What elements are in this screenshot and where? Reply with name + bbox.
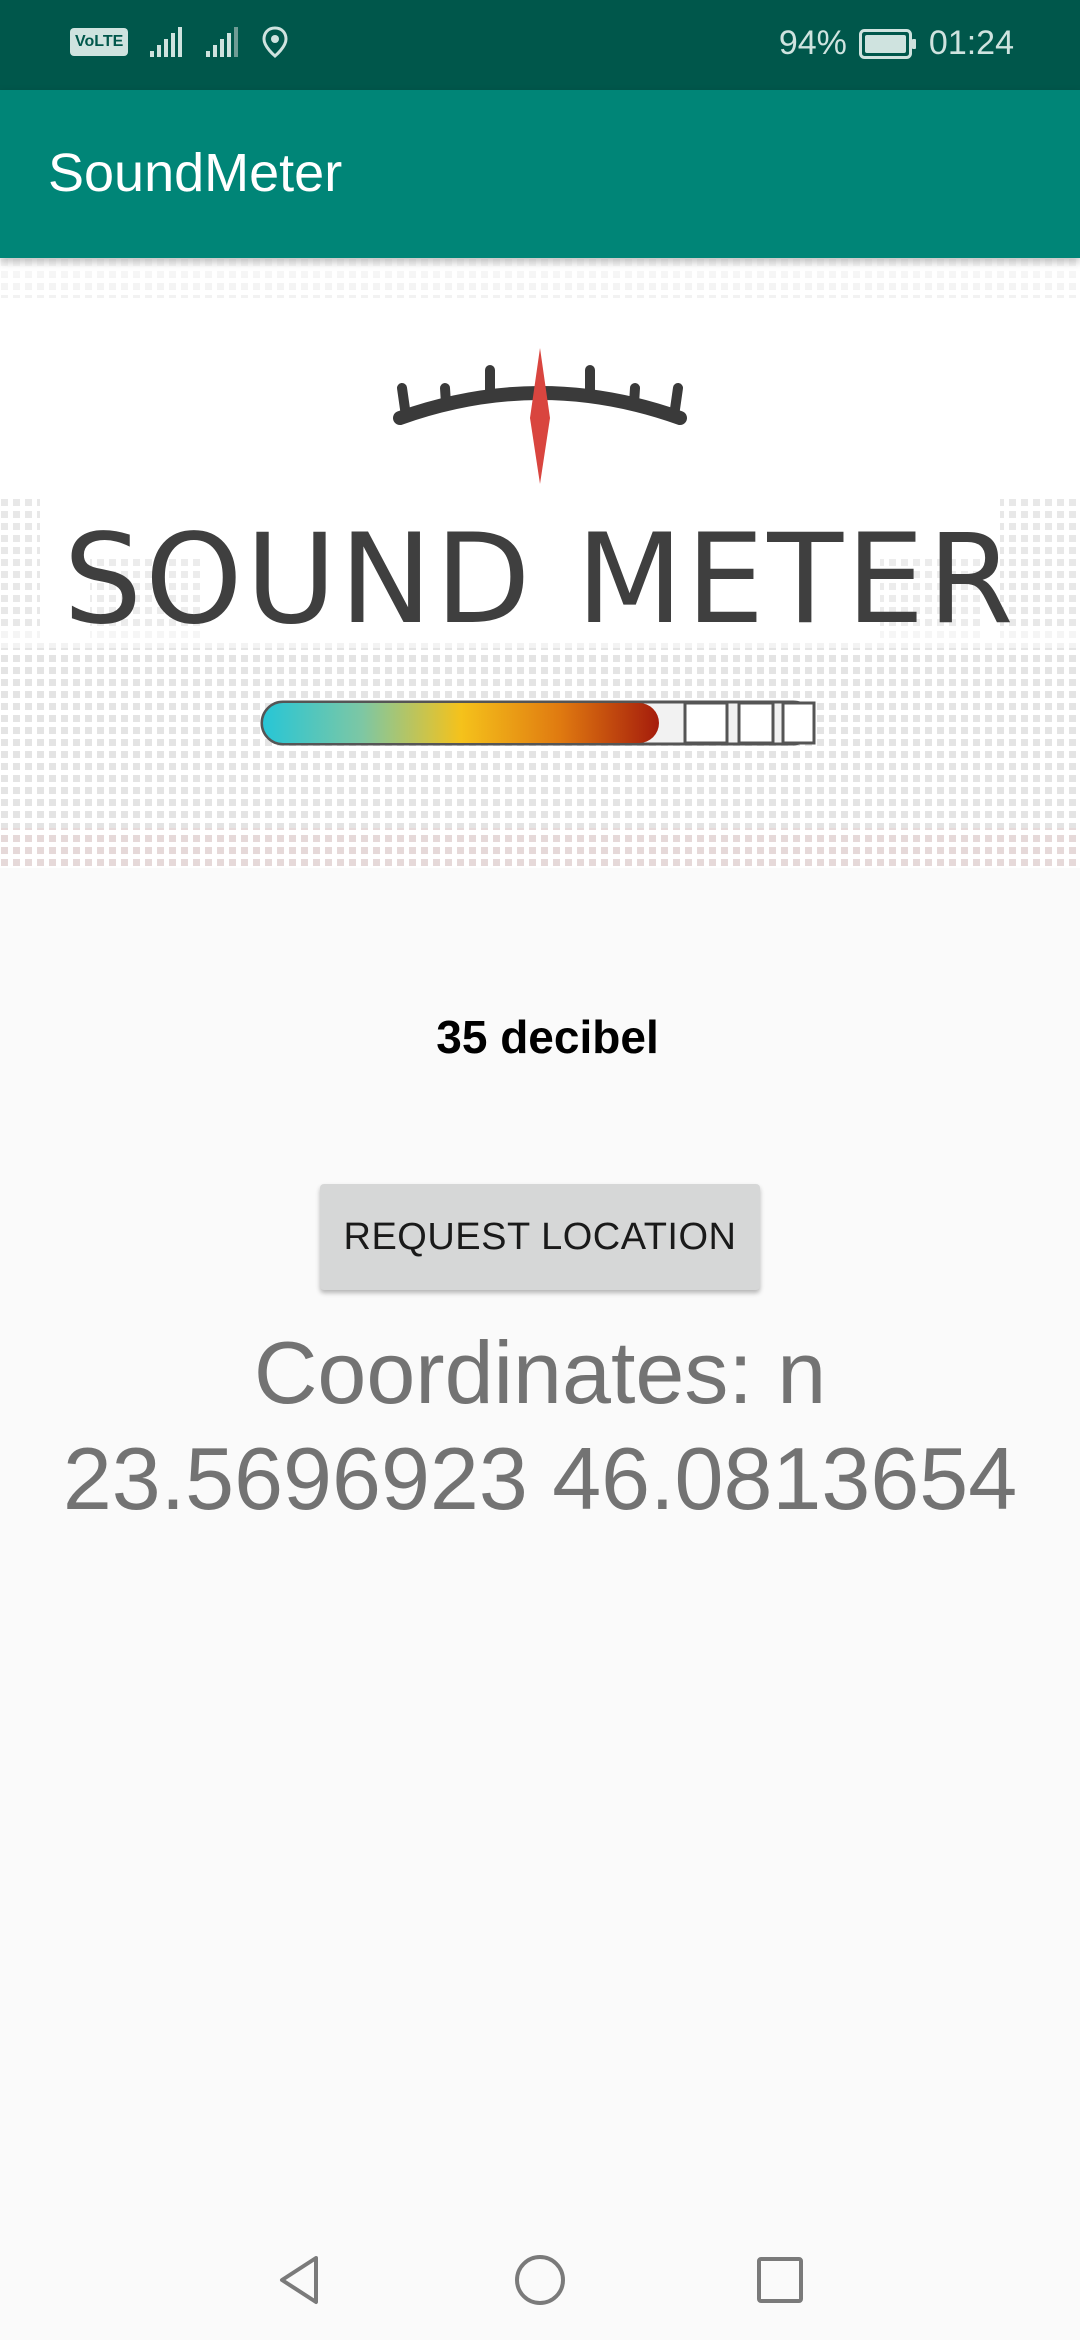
battery-percent: 94%	[778, 24, 847, 62]
level-meter-fill	[263, 703, 659, 743]
home-icon[interactable]	[510, 2250, 570, 2310]
signal-icon	[206, 27, 239, 57]
recents-icon[interactable]	[750, 2250, 810, 2310]
request-location-button[interactable]: REQUEST LOCATION	[320, 1184, 760, 1290]
sound-meter-header-image: SOUND METER	[0, 258, 1080, 868]
decibel-readout: 35 decibel	[436, 1011, 659, 1063]
status-bar: VoLTE 94% 01:24	[0, 0, 1080, 90]
coordinates-line-2: 23.5696923 46.0813654	[62, 1429, 1018, 1528]
signal-icon	[150, 27, 183, 57]
app-bar: SoundMeter	[0, 90, 1080, 258]
navigation-bar	[0, 2220, 1080, 2340]
app-title: SoundMeter	[48, 143, 343, 203]
coordinates-line-1: Coordinates: n	[253, 1323, 827, 1422]
level-meter	[260, 700, 816, 746]
status-left-icons: VoLTE	[70, 26, 288, 58]
status-right: 94% 01:24	[779, 24, 1014, 63]
back-icon[interactable]	[270, 2250, 330, 2310]
coordinates-text: Coordinates: n 23.5696923 46.0813654	[0, 1320, 1080, 1532]
volte-icon: VoLTE	[70, 28, 129, 56]
logo-text: SOUND METER	[63, 508, 1017, 652]
status-time: 01:24	[928, 24, 1014, 62]
screen: VoLTE 94% 01:24 SoundMeter SOUND METER 3…	[0, 0, 1080, 2340]
location-icon	[262, 26, 288, 58]
battery-icon	[858, 28, 916, 59]
gauge-icon	[393, 348, 687, 484]
